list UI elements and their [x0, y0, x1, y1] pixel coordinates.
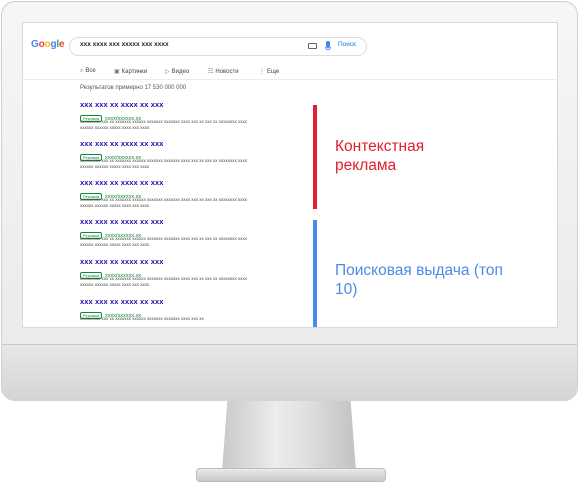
tabs-divider: [23, 79, 557, 80]
search-result: xxx xxx xx xxxx xx xxx Реклама xxxx/xxxxx…: [80, 139, 250, 170]
search-result: xxx xxx xx xxxx xx xxx Реклама xxxx/xxxxx…: [80, 100, 250, 131]
play-icon: ▷: [165, 69, 170, 75]
search-result: xxx xxx xx xxxx xx xxx Реклама xxxx/xxxxx…: [80, 257, 250, 288]
image-icon: ▣: [114, 69, 120, 75]
result-description: xxxxxxxxx xxx xx xxxxxxx xxxxxx xxxxxxx …: [80, 236, 248, 247]
result-url-row: Реклама xxxx/xxxxxx.xx: [80, 227, 250, 240]
result-url-row: Реклама xxxx/xxxxxx.xx: [80, 307, 250, 320]
tab-more[interactable]: ⋮ Еще: [259, 68, 279, 75]
logo-letter: G: [31, 39, 39, 50]
result-title-link[interactable]: xxx xxx xx xxxx xx xxx: [80, 178, 250, 187]
result-url-row: Реклама xxxx/xxxxxx.xx: [80, 267, 250, 280]
search-icon: ⌕: [80, 68, 84, 74]
keyboard-icon[interactable]: [308, 43, 317, 49]
search-query: xxx xxxx xxx xxxxx xxx xxxx: [80, 41, 169, 48]
search-result: xxx xxx xx xxxx xx xxx Реклама xxxx/xxxxx…: [80, 297, 250, 322]
result-description: xxxxxxxxx xxx xx xxxxxxx xxxxxx xxxxxxx …: [80, 276, 248, 287]
result-description: xxxxxxxxx xxx xx xxxxxxx xxxxxx xxxxxxx …: [80, 197, 248, 208]
search-result: xxx xxx xx xxxx xx xxx Реклама xxxx/xxxxx…: [80, 217, 250, 248]
tab-label: Видео: [171, 69, 190, 75]
result-url-row: Реклама xxxx/xxxxxx.xx: [80, 188, 250, 201]
tab-label: Все: [85, 68, 96, 74]
search-result: xxx xxx xx xxxx xx xxx Реклама xxxx/xxxxx…: [80, 178, 250, 209]
result-description: xxxxxxxxx xxx xx xxxxxxx xxxxxx xxxxxxx …: [80, 158, 248, 169]
tab-label: Еще: [267, 69, 280, 75]
more-icon: ⋮: [259, 69, 265, 75]
search-input[interactable]: xxx xxxx xxx xxxxx xxx xxxx Поиск: [69, 37, 367, 56]
tab-video[interactable]: ▷ Видео: [165, 68, 189, 75]
google-logo[interactable]: Google: [31, 39, 65, 50]
result-url-row: Реклама xxxx/xxxxxx.xx: [80, 149, 250, 162]
tab-images[interactable]: ▣ Картинки: [114, 68, 147, 75]
search-button[interactable]: Поиск: [338, 41, 356, 48]
tab-all[interactable]: ⌕ Все: [80, 68, 96, 75]
monitor-stand-neck: [222, 401, 356, 471]
tab-label: Новости: [215, 69, 239, 75]
tab-label: Картинки: [121, 69, 148, 75]
result-title-link[interactable]: xxx xxx xx xxxx xx xxx: [80, 139, 250, 148]
result-description: xxxxxxxxx xxx xx xxxxxxx xxxxxx xxxxxxx …: [80, 119, 248, 130]
result-title-link[interactable]: xxx xxx xx xxxx xx xxx: [80, 217, 250, 226]
result-title-link[interactable]: xxx xxx xx xxxx xx xxx: [80, 257, 250, 266]
monitor-screen: Google xxx xxxx xxx xxxxx xxx xxxx Поиск…: [22, 22, 558, 328]
tab-news[interactable]: ☷ Новости: [208, 68, 239, 75]
microphone-stand-icon: [325, 47, 331, 50]
organic-section-bar: [313, 220, 317, 327]
logo-letter: e: [58, 39, 65, 50]
organic-section-label: Поисковая выдача (топ 10): [335, 262, 503, 298]
result-url-row: Реклама xxxx/xxxxxx.xx: [80, 110, 250, 123]
result-title-link[interactable]: xxx xxx xx xxxx xx xxx: [80, 297, 250, 306]
ad-section-bar: [313, 105, 317, 209]
monitor-chin: [2, 344, 577, 401]
monitor-stand-base: [196, 468, 386, 482]
result-title-link[interactable]: xxx xxx xx xxxx xx xxx: [80, 100, 250, 109]
ad-section-label: Контекстная реклама: [335, 138, 425, 174]
result-count: Результатов примерно 17 530 000 000: [80, 85, 187, 91]
news-icon: ☷: [208, 69, 214, 75]
result-description: xxxxxxxxx xxx xx xxxxxxx xxxxxx xxxxxxx …: [80, 316, 204, 321]
